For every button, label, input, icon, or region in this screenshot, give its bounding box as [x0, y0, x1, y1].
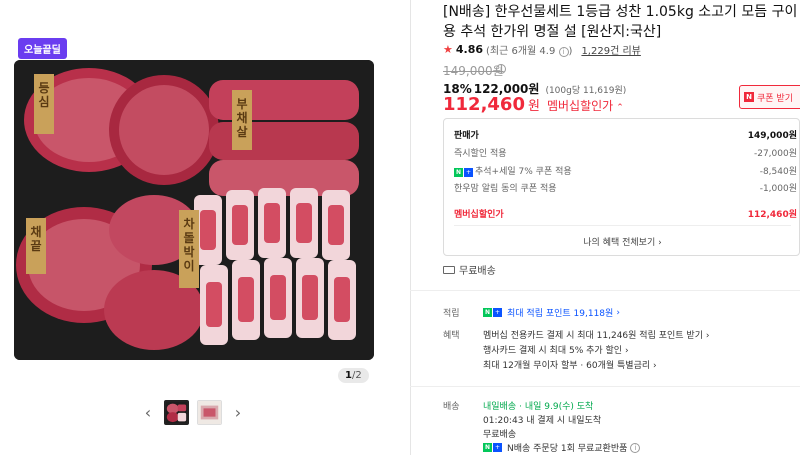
delivery-section: 배송 내일배송 · 내일 9.9(수) 도착 01:20:43 내 결제 시 내… [443, 0, 800, 455]
wooden-label-3: 돌 [183, 231, 194, 245]
wooden-label-3: 박 [183, 244, 194, 259]
wooden-label-3: 차 [183, 216, 194, 231]
wooden-label-1: 살 [236, 125, 247, 139]
delivery-fee: 무료배송 [483, 430, 517, 440]
wooden-label-0: 심 [38, 94, 49, 109]
thumbnail-2[interactable] [197, 400, 222, 425]
wooden-label-1: 부 [236, 97, 247, 111]
delivery-label: 배송 [443, 402, 460, 412]
chevron-right-icon[interactable]: › [230, 401, 246, 425]
product-main-image[interactable]: 등심부채살채끝차돌박이 [14, 60, 374, 360]
thumbnail-1[interactable] [164, 400, 189, 425]
wooden-label-2: 채 [30, 224, 41, 239]
beef-gift-set-image: 등심 부채살채끝차돌박이 [14, 60, 374, 360]
npay-membership-icon: N + [483, 443, 502, 452]
wooden-label-0: 등 [38, 81, 49, 95]
free-return-info[interactable]: N + N배송 주문당 1회 무료교환반품 i [483, 441, 641, 454]
wooden-label-2: 끝 [30, 239, 41, 253]
chevron-left-icon[interactable]: ‹ [140, 401, 156, 425]
wooden-label-1: 채 [236, 110, 247, 125]
today-deal-badge: 오늘끝딜 [18, 38, 67, 59]
tomorrow-delivery-tag: 내일배송 [483, 402, 517, 412]
thumbnail-strip: ‹ › [140, 400, 246, 425]
info-icon[interactable]: i [630, 442, 641, 453]
delivery-cutoff: 01:20:43 내 결제 시 내일도착 [483, 416, 602, 426]
tomorrow-delivery: 내일배송 · 내일 9.9(수) 도착 [483, 399, 593, 412]
product-gallery: 오늘끝딜 등 심 부 채 살 채 끝 차 돌 박 이 1/2 ‹ › [0, 0, 410, 455]
wooden-label-3: 이 [183, 258, 194, 273]
image-page-indicator: 1/2 [338, 368, 369, 383]
